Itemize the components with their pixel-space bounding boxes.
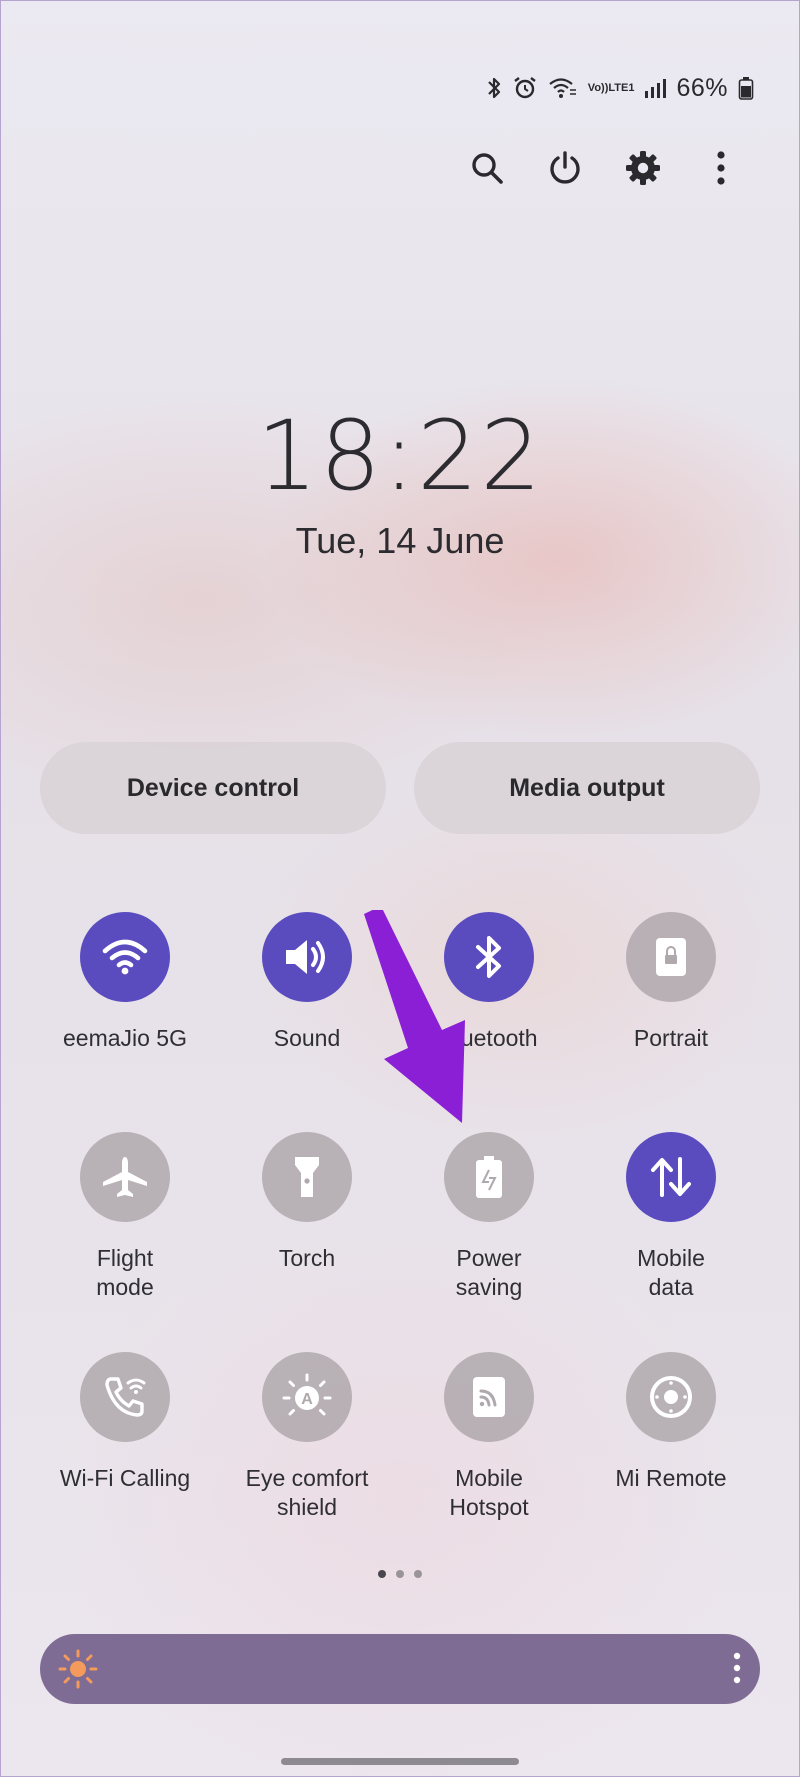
more-icon[interactable] [732, 1648, 742, 1693]
tile-label-line1: Mobile [637, 1245, 705, 1271]
more-icon[interactable] [693, 140, 749, 196]
tile-eye-comfort-shield[interactable]: A Eye comfort shield [216, 1352, 398, 1522]
home-indicator[interactable] [281, 1758, 519, 1765]
airplane-icon [80, 1132, 170, 1222]
annotation-arrow [364, 910, 465, 1123]
media-output-button[interactable]: Media output [414, 742, 760, 834]
tile-label: Flight mode [34, 1244, 216, 1302]
device-control-button[interactable]: Device control [40, 742, 386, 834]
volte-icon: Vo)) LTE1 [587, 82, 635, 94]
tile-label-line1: Power [456, 1245, 522, 1271]
tile-label: Eye comfort shield [216, 1464, 398, 1522]
volte-bottom: LTE1 [608, 82, 635, 94]
portrait-lock-icon [626, 912, 716, 1002]
tile-mi-remote[interactable]: Mi Remote [580, 1352, 762, 1493]
page-dot[interactable] [396, 1570, 404, 1578]
tile-power-saving[interactable]: Power saving [398, 1132, 580, 1302]
clock-time[interactable]: 18:22 [0, 400, 800, 512]
wifi-icon [80, 912, 170, 1002]
wifi-calling-icon [548, 76, 578, 100]
status-bar: Vo)) LTE1 66% [486, 70, 754, 106]
tile-torch[interactable]: Torch [216, 1132, 398, 1273]
tile-wifi[interactable]: eemaJio 5G [34, 912, 216, 1053]
battery-percent: 66% [676, 73, 728, 102]
signal-icon [644, 77, 667, 99]
tile-portrait[interactable]: Portrait [580, 912, 762, 1053]
tile-label-line1: Mobile [455, 1465, 523, 1491]
tile-mobile-data[interactable]: Mobile data [580, 1132, 762, 1302]
tile-label-line2: Hotspot [449, 1494, 529, 1520]
tile-label-line2: shield [276, 1494, 338, 1520]
page-dot[interactable] [378, 1570, 386, 1578]
tile-label-line2: data [648, 1274, 694, 1300]
page-dot[interactable] [414, 1570, 422, 1578]
volume-icon [262, 912, 352, 1002]
power-icon[interactable] [537, 140, 593, 196]
flashlight-icon [262, 1132, 352, 1222]
tile-flight-mode[interactable]: Flight mode [34, 1132, 216, 1302]
tile-label: Mobile Hotspot [398, 1464, 580, 1522]
search-icon[interactable] [459, 140, 515, 196]
hotspot-icon [444, 1352, 534, 1442]
tile-label: Torch [278, 1245, 336, 1271]
wifi-calling-icon [80, 1352, 170, 1442]
page-indicator [0, 1570, 800, 1578]
alarm-icon [512, 75, 538, 101]
eye-comfort-icon: A [262, 1352, 352, 1442]
panel-toolbar [0, 140, 800, 196]
remote-icon [626, 1352, 716, 1442]
tile-wifi-calling[interactable]: Wi-Fi Calling [34, 1352, 216, 1493]
sun-icon [58, 1649, 98, 1694]
volte-top: Vo)) [587, 82, 609, 94]
tile-label: Portrait [633, 1025, 709, 1051]
tile-label: Wi-Fi Calling [59, 1465, 191, 1491]
clock-date[interactable]: Tue, 14 June [0, 520, 800, 562]
tile-label: Mi Remote [615, 1465, 727, 1491]
tile-label: Mobile data [580, 1244, 762, 1302]
svg-text:A: A [301, 1391, 313, 1408]
tile-label-line1: Eye comfort [245, 1465, 369, 1491]
tile-label-line2: saving [455, 1274, 523, 1300]
tile-mobile-hotspot[interactable]: Mobile Hotspot [398, 1352, 580, 1522]
battery-saver-icon [444, 1132, 534, 1222]
tile-label: eemaJio 5G [62, 1025, 187, 1051]
settings-icon[interactable] [615, 140, 671, 196]
tile-label: Power saving [398, 1244, 580, 1302]
brightness-slider[interactable] [40, 1634, 760, 1704]
data-transfer-icon [626, 1132, 716, 1222]
battery-icon [738, 76, 754, 100]
tile-label-line2: mode [96, 1274, 154, 1300]
bluetooth-icon [486, 76, 502, 100]
tile-label-line1: Flight [96, 1245, 154, 1271]
